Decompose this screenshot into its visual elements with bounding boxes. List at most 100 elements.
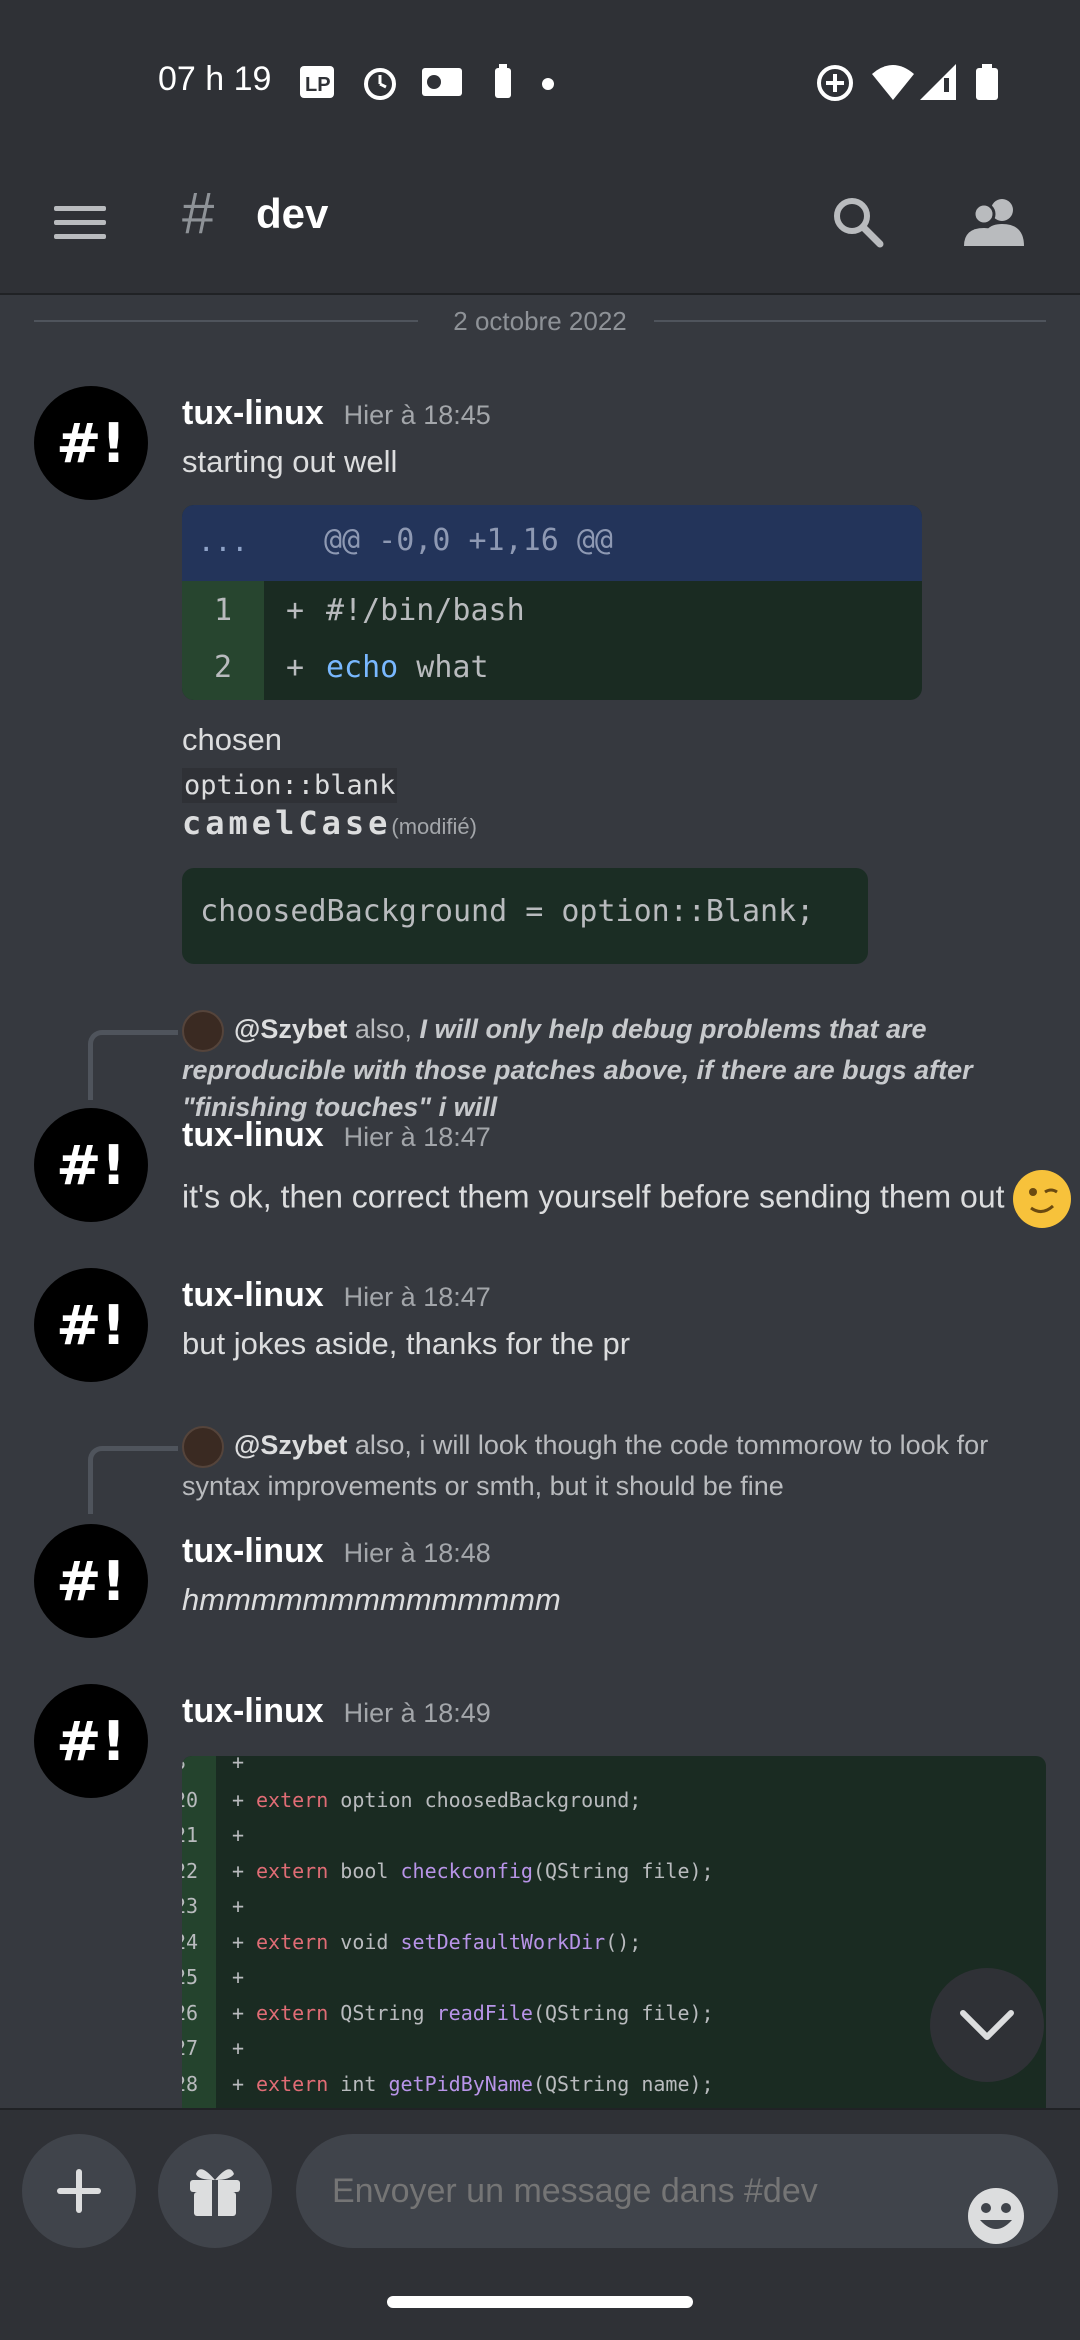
line-number: 27 [182, 2036, 199, 2060]
edited-label: (modifié) [391, 814, 477, 839]
avatar [182, 1426, 224, 1468]
author-name[interactable]: tux-linux [182, 394, 324, 432]
diff-plus: + [232, 1756, 245, 1774]
inline-code: option::blank [182, 768, 398, 803]
date-divider-label: 2 octobre 2022 [435, 306, 645, 336]
signal-icon [918, 62, 958, 102]
avatar [182, 1010, 224, 1052]
code-text: extern QString readFile(QString file); [256, 2000, 714, 2025]
lastpass-icon: LP [298, 62, 338, 102]
avatar[interactable]: #! [34, 1524, 148, 1638]
author-name[interactable]: tux-linux [182, 1692, 324, 1730]
code-text: extern int getPidByName(QString name); [256, 2071, 714, 2096]
message-text: but jokes aside, thanks for the pr [182, 1326, 631, 1361]
avatar[interactable]: #! [34, 1108, 148, 1222]
reply-prefix: also, [354, 1014, 412, 1045]
add-attachment-button[interactable] [22, 2134, 136, 2248]
gift-icon [190, 2169, 240, 2216]
line-number: 23 [182, 1894, 199, 1918]
status-time: 07 h 19 [158, 60, 272, 98]
author-name[interactable]: tux-linux [182, 1116, 324, 1154]
diff-plus: + [286, 593, 305, 628]
svg-text:LP: LP [305, 74, 331, 96]
message-author[interactable]: tux-linux Hier à 18:47 [182, 1116, 491, 1155]
diff-code-block: ... @@ -0,0 +1,16 @@ 1 + #!/bin/bash 2 +… [182, 505, 922, 700]
alarm-icon [360, 62, 400, 102]
message-timestamp: Hier à 18:47 [343, 1122, 491, 1152]
home-indicator[interactable] [387, 2296, 693, 2308]
message-timestamp: Hier à 18:47 [343, 1282, 491, 1312]
message-author[interactable]: tux-linux Hier à 18:45 [182, 394, 491, 433]
message-text: it's ok, then correct them yourself befo… [182, 1178, 1005, 1215]
status-bar: 07 h 19 LP [0, 0, 1080, 150]
chevron-down-icon [960, 2010, 1014, 2040]
diff-plus: + [232, 1929, 245, 1954]
search-icon[interactable] [818, 182, 898, 262]
dot-icon [538, 62, 558, 102]
diff-plus: + [232, 1823, 245, 1847]
menu-icon[interactable] [40, 182, 120, 262]
line-number: 25 [182, 1965, 199, 1989]
line-number: 2 [213, 650, 233, 685]
message-input[interactable] [296, 2134, 1058, 2248]
code-text: n choosedBackground = option::Blank; [182, 894, 815, 929]
outlook-icon [420, 62, 464, 102]
wink-emoji-icon [1012, 1170, 1071, 1228]
message-text: chosen [182, 722, 282, 757]
message-text: hmmmmmmmmmmmmmm [182, 1582, 561, 1617]
diff-code: #!/bin/bash [326, 593, 525, 628]
diff-plus: + [286, 650, 305, 685]
reply-connector [88, 1446, 178, 1514]
line-number: 1 [213, 593, 233, 628]
reply-preview[interactable]: @Szybet also, I will only help debug pro… [182, 1010, 1062, 1126]
diff-plus: + [232, 1858, 245, 1883]
date-divider: 2 octobre 2022 [34, 306, 1046, 336]
message-timestamp: Hier à 18:45 [343, 400, 491, 430]
battery-saver-icon [490, 62, 516, 102]
line-number: 28 [182, 2071, 199, 2096]
message-author[interactable]: tux-linux Hier à 18:47 [182, 1276, 491, 1315]
wifi-icon [870, 62, 916, 102]
diff-plus: + [232, 1965, 245, 1989]
plus-icon [57, 2169, 101, 2213]
line-number: 3 [182, 1756, 214, 1774]
author-name[interactable]: tux-linux [182, 1532, 324, 1570]
diff-plus: + [232, 2036, 245, 2060]
avatar[interactable]: #! [34, 1268, 148, 1382]
code-block: 3 +20 + extern option choosedBackground; 21 +… [182, 1756, 1046, 2110]
message-author[interactable]: tux-linux Hier à 18:48 [182, 1532, 491, 1571]
reply-mention[interactable]: @Szybet [234, 1014, 347, 1044]
message-text: starting out well [182, 444, 398, 479]
channel-hash-icon: # [182, 181, 215, 246]
line-number: 22 [182, 1858, 199, 1883]
emoji-picker-icon[interactable] [966, 2186, 1026, 2246]
message-timestamp: Hier à 18:49 [343, 1698, 491, 1728]
avatar[interactable]: #! [34, 386, 148, 500]
diff-plus: + [232, 2000, 245, 2025]
members-icon[interactable] [954, 182, 1034, 262]
line-number: 26 [182, 2000, 199, 2025]
message-body: it's ok, then correct them yourself befo… [182, 1170, 1071, 1228]
diff-hunk-header: @@ -0,0 +1,16 @@ [324, 523, 613, 558]
message-author[interactable]: tux-linux Hier à 18:49 [182, 1692, 491, 1731]
channel-header: # dev [0, 150, 1080, 295]
code-text: extern bool checkconfig(QString file); [256, 1858, 714, 1883]
line-number: 21 [182, 1823, 199, 1847]
line-number: 20 [182, 1787, 199, 1812]
message-timestamp: Hier à 18:48 [343, 1538, 491, 1568]
battery-icon [972, 62, 1002, 102]
line-number: 24 [182, 1929, 199, 1954]
author-name[interactable]: tux-linux [182, 1276, 324, 1314]
diff-plus: + [232, 1787, 245, 1812]
channel-title[interactable]: dev [256, 190, 328, 238]
diff-plus: + [232, 1894, 245, 1918]
reply-mention[interactable]: @Szybet [234, 1430, 347, 1460]
message-text: camelCase [182, 804, 392, 842]
scroll-to-bottom-button[interactable] [930, 1968, 1044, 2082]
reply-preview[interactable]: @Szybet also, i will look though the cod… [182, 1426, 1062, 1505]
gift-button[interactable] [158, 2134, 272, 2248]
avatar[interactable]: #! [34, 1684, 148, 1798]
data-saver-icon [814, 62, 856, 104]
reply-connector [88, 1030, 178, 1100]
diff-code: what [398, 650, 489, 685]
